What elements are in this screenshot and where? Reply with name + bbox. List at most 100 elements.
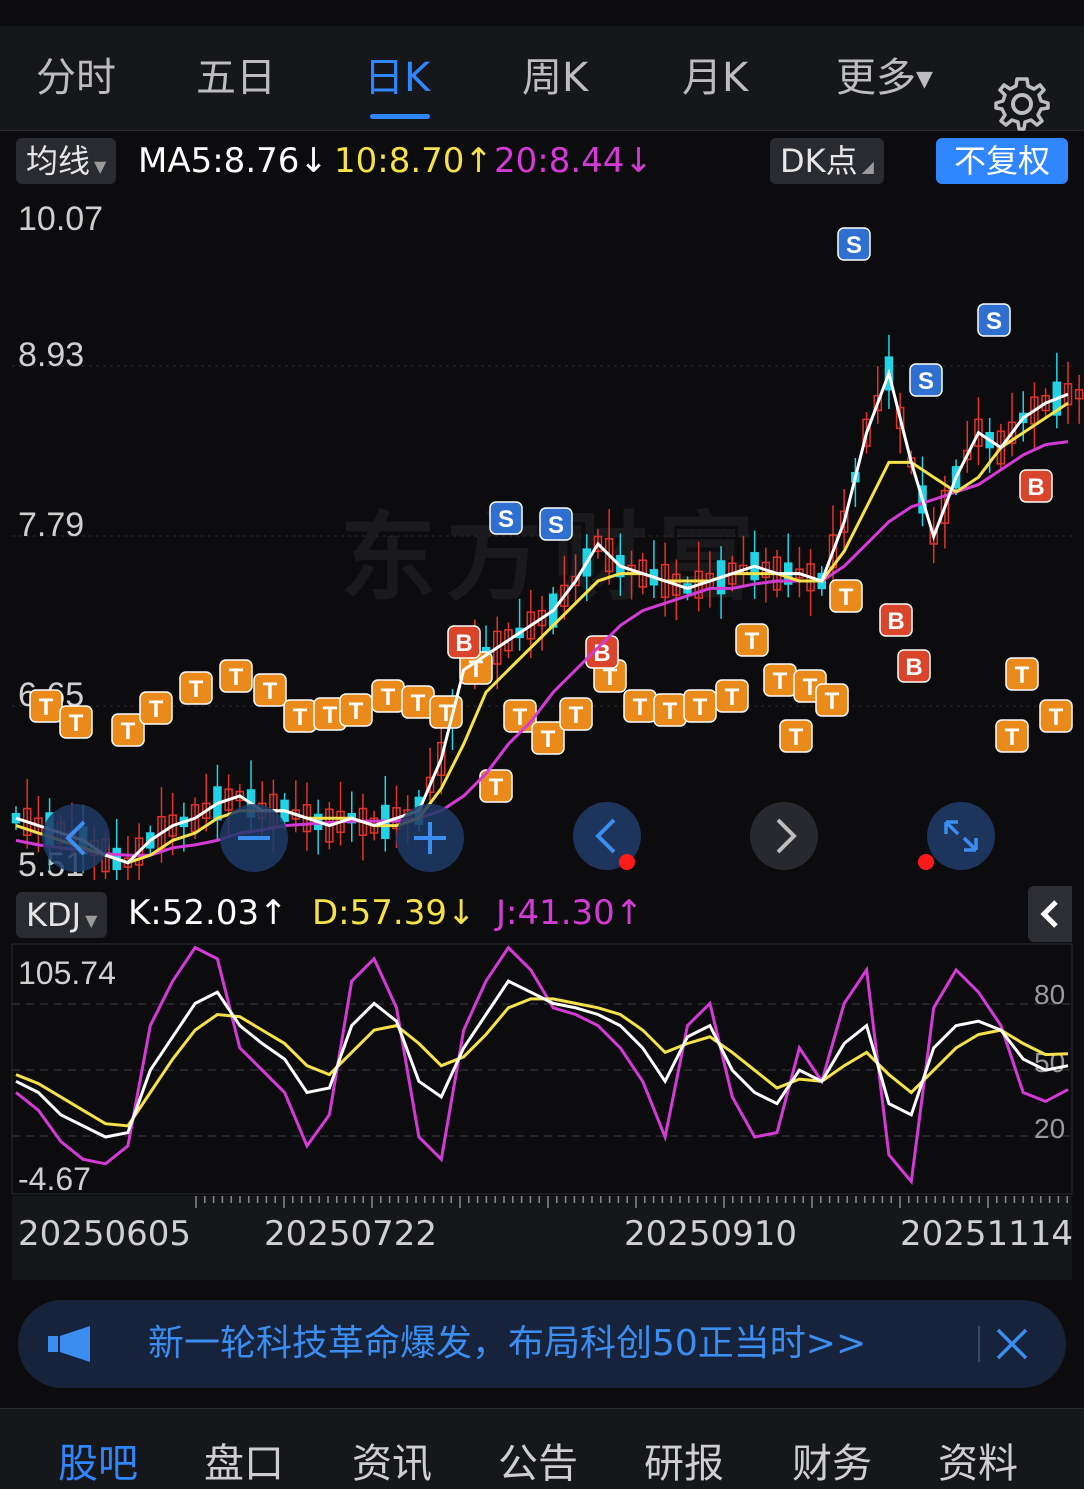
megaphone-icon xyxy=(48,1326,90,1362)
nav-finance[interactable]: 财务 xyxy=(792,1431,872,1489)
tab-monthly-k[interactable]: 月K xyxy=(682,50,748,106)
period-tabs: 分时 五日 日K 周K 月K 更多▼ xyxy=(0,26,1084,131)
signal-tag-t: T xyxy=(1039,699,1073,733)
signal-tag-t: T xyxy=(829,579,863,613)
next-period-button[interactable] xyxy=(750,802,818,870)
ma10-value: 10:8.70↑ xyxy=(334,141,493,181)
tab-minute[interactable]: 分时 xyxy=(36,50,116,106)
svg-text:T: T xyxy=(825,688,840,715)
tab-more-label: 更多 xyxy=(836,55,916,101)
kdj-j-value: J:41.30↑ xyxy=(496,893,644,933)
signal-tag-s: S xyxy=(837,227,871,261)
signal-markers: TT TTT TTT T TT T TTTTTTTT T T TTT TTTTTTTB BBBBS SS… xyxy=(29,227,1073,803)
tab-weekly-k[interactable]: 周K xyxy=(522,50,588,106)
svg-text:T: T xyxy=(381,684,396,711)
kdj-select[interactable]: KDJ ▼ xyxy=(16,892,108,938)
svg-text:T: T xyxy=(293,704,308,731)
signal-tag-t: T xyxy=(339,693,373,727)
signal-tag-b: B xyxy=(879,603,913,637)
svg-text:B: B xyxy=(1027,474,1044,501)
signal-tag-t: T xyxy=(59,705,93,739)
dk-point-button[interactable]: DK点 ◢ xyxy=(770,138,884,184)
signal-tag-t: T xyxy=(531,721,565,755)
close-icon[interactable] xyxy=(994,1326,1030,1362)
gear-icon[interactable] xyxy=(994,76,1050,132)
svg-text:B: B xyxy=(887,608,904,635)
svg-text:S: S xyxy=(918,368,934,395)
nav-profile[interactable]: 资料 xyxy=(938,1431,1018,1489)
signal-tag-t: T xyxy=(715,679,749,713)
zoom-out-button[interactable] xyxy=(220,804,288,872)
svg-text:S: S xyxy=(548,512,564,539)
svg-text:T: T xyxy=(149,696,164,723)
svg-text:T: T xyxy=(839,584,854,611)
candlestick-chart[interactable]: 10.07 8.93 7.79 6.65 5.51 TTTTTTTTTTTTTT… xyxy=(0,190,1084,880)
scroll-left-button[interactable] xyxy=(42,804,110,872)
signal-tag-t: T xyxy=(139,691,173,725)
date-ticks xyxy=(195,1196,1068,1208)
kdj-axis-top: 105.74 xyxy=(18,955,116,991)
bottom-nav: 股吧 盘口 资讯 公告 研报 财务 资料 xyxy=(0,1408,1084,1489)
kdj-axis-80: 80 xyxy=(1034,979,1065,1010)
svg-text:T: T xyxy=(1005,724,1020,751)
date-axis: 20250605 20250722 20250910 20251114 xyxy=(12,1196,1073,1280)
svg-text:T: T xyxy=(323,702,338,729)
signal-tag-t: T xyxy=(763,663,797,697)
nav-news[interactable]: 资讯 xyxy=(352,1431,432,1489)
dk-point-label: DK点 xyxy=(780,142,858,180)
tab-daily-k[interactable]: 日K xyxy=(364,50,430,106)
chevron-left-icon xyxy=(1040,900,1058,928)
signal-tag-b: B xyxy=(897,649,931,683)
kdj-select-label: KDJ xyxy=(26,896,82,934)
caret-down-icon: ▼ xyxy=(916,67,933,92)
signal-tag-t: T xyxy=(219,659,253,693)
prev-period-button[interactable] xyxy=(573,802,641,870)
kdj-k-value: K:52.03↑ xyxy=(128,893,288,933)
signal-tag-b: B xyxy=(447,625,481,659)
fullscreen-button[interactable] xyxy=(918,802,995,870)
active-tab-indicator xyxy=(370,114,430,119)
signal-tag-t: T xyxy=(815,683,849,717)
kdj-gridlines xyxy=(12,1003,1072,1137)
svg-text:T: T xyxy=(745,628,760,655)
price-tick-0: 10.07 xyxy=(18,200,103,238)
svg-text:T: T xyxy=(789,724,804,751)
svg-text:T: T xyxy=(121,718,136,745)
signal-tag-t: T xyxy=(179,671,213,705)
indicator-select[interactable]: 均线 ▼ xyxy=(16,138,117,184)
signal-tag-t: T xyxy=(653,693,687,727)
adjust-type-button[interactable]: 不复权 xyxy=(936,138,1068,184)
svg-text:T: T xyxy=(39,694,54,721)
svg-text:T: T xyxy=(541,726,556,753)
promo-banner[interactable]: 新一轮科技革命爆发，布局科创50正当时>> xyxy=(18,1300,1066,1388)
collapse-panel-button[interactable] xyxy=(1028,886,1072,942)
nav-research[interactable]: 研报 xyxy=(644,1431,724,1489)
date-label-0: 20250605 xyxy=(18,1214,192,1254)
nav-announcements[interactable]: 公告 xyxy=(498,1431,578,1489)
kdj-j-line xyxy=(15,945,1069,1186)
signal-tag-t: T xyxy=(995,719,1029,753)
indicator-select-label: 均线 xyxy=(26,142,91,180)
svg-text:T: T xyxy=(569,702,584,729)
signal-tag-b: B xyxy=(585,635,619,669)
signal-tag-t: T xyxy=(779,719,813,753)
signal-tag-t: T xyxy=(683,689,717,723)
status-bar xyxy=(0,0,1084,26)
kdj-axis-20: 20 xyxy=(1034,1113,1065,1144)
nav-guba[interactable]: 股吧 xyxy=(58,1431,138,1489)
kdj-legend-bar: KDJ ▼ K:52.03↑ D:57.39↓ J:41.30↑ xyxy=(0,890,1084,940)
nav-pankou[interactable]: 盘口 xyxy=(204,1431,284,1489)
svg-text:B: B xyxy=(455,630,472,657)
tab-more[interactable]: 更多▼ xyxy=(836,50,933,106)
svg-text:T: T xyxy=(229,664,244,691)
svg-text:T: T xyxy=(633,694,648,721)
kdj-chart[interactable]: 105.74 -4.67 80 50 20 xyxy=(0,942,1084,1196)
svg-text:T: T xyxy=(1049,704,1064,731)
tab-five-day[interactable]: 五日 xyxy=(196,50,276,106)
kdj-d-value: D:57.39↓ xyxy=(312,893,476,933)
candles xyxy=(11,334,1084,880)
svg-text:T: T xyxy=(725,684,740,711)
date-label-1: 20250722 xyxy=(264,1214,438,1254)
caret-down-icon: ▼ xyxy=(85,911,98,930)
zoom-in-button[interactable] xyxy=(396,804,464,872)
